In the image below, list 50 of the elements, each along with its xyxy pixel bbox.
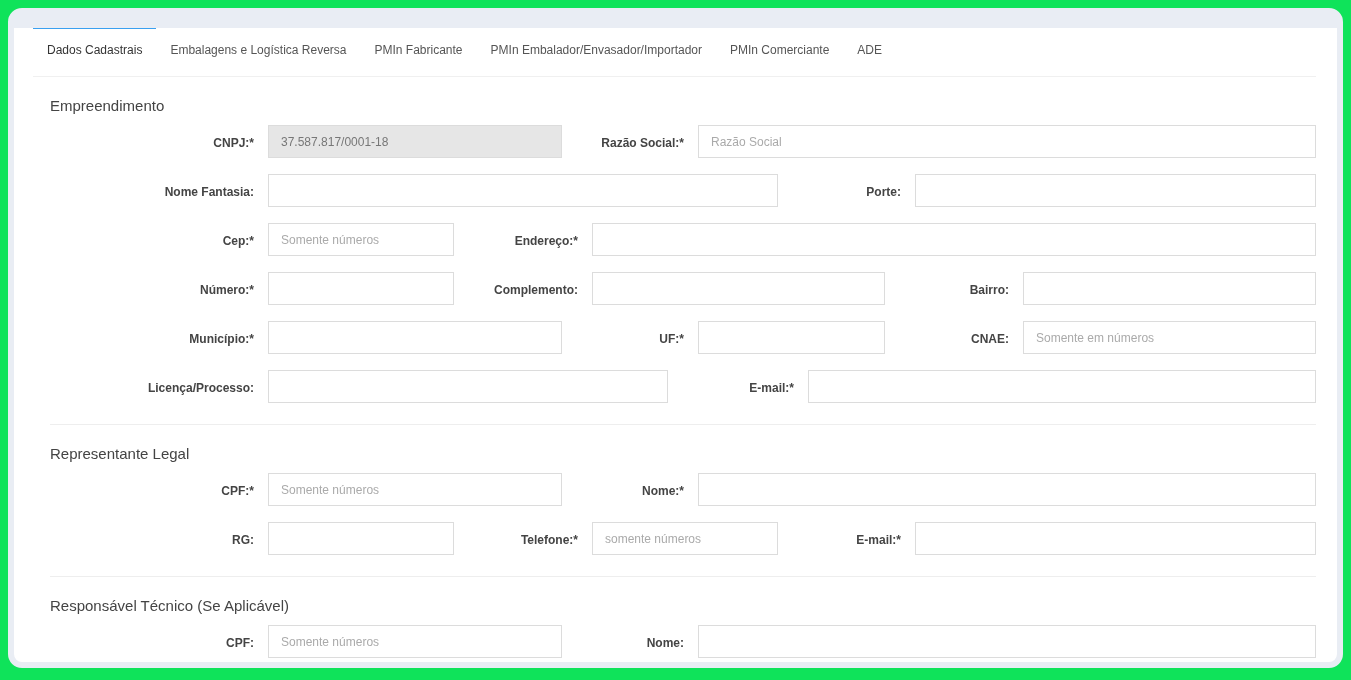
- field-label: Nome:: [646, 635, 684, 650]
- tab[interactable]: Dados Cadastrais: [33, 28, 157, 76]
- field-label: Nome Fantasia:: [164, 184, 254, 199]
- field-label: Nome:*: [642, 483, 684, 498]
- field-label: Complemento:: [494, 282, 578, 297]
- tab[interactable]: ADE: [843, 28, 897, 76]
- input-field[interactable]: [698, 625, 1316, 658]
- input-field[interactable]: [915, 174, 1316, 207]
- input-field[interactable]: somente números: [592, 522, 778, 555]
- input-field[interactable]: [268, 522, 454, 555]
- field-label: CNPJ:*: [213, 135, 254, 150]
- tab[interactable]: PMIn Comerciante: [716, 28, 844, 76]
- field-label: Endereço:*: [514, 233, 578, 248]
- input-field[interactable]: Somente números: [268, 473, 562, 506]
- input-field[interactable]: [698, 321, 885, 354]
- field-label: CPF:: [226, 635, 254, 650]
- field-label: CPF:*: [221, 483, 254, 498]
- tab[interactable]: Embalagens e Logística Reversa: [156, 28, 361, 76]
- input-field[interactable]: [268, 321, 562, 354]
- input-field[interactable]: Somente números: [268, 223, 454, 256]
- input-field[interactable]: [592, 223, 1316, 256]
- input-field[interactable]: [698, 473, 1316, 506]
- field-label: Bairro:: [969, 282, 1009, 297]
- input-field[interactable]: Razão Social: [698, 125, 1316, 158]
- field-label: Porte:: [866, 184, 901, 199]
- tab[interactable]: PMIn Embalador/Envasador/Importador: [476, 28, 716, 76]
- field-label: Cep:*: [222, 233, 254, 248]
- field-label: Telefone:*: [520, 532, 578, 547]
- section-title: Responsável Técnico (Se Aplicável): [50, 597, 290, 614]
- field-label: Número:*: [200, 282, 254, 297]
- field-label: UF:*: [659, 331, 684, 346]
- field-label: Licença/Processo:: [147, 380, 254, 395]
- input-field[interactable]: Somente números: [268, 625, 562, 658]
- input-field[interactable]: Somente em números: [1023, 321, 1316, 354]
- input-field[interactable]: [268, 272, 454, 305]
- field-label: E-mail:*: [856, 532, 901, 547]
- field-label: Município:*: [189, 331, 254, 346]
- field-label: CNAE:: [971, 331, 1009, 346]
- input-field[interactable]: [268, 370, 668, 403]
- input-field[interactable]: [592, 272, 885, 305]
- section-title: Representante Legal: [50, 445, 191, 462]
- input-field[interactable]: [268, 174, 778, 207]
- section-title: Empreendimento: [50, 97, 166, 114]
- input-field[interactable]: [808, 370, 1316, 403]
- field-label: RG:: [232, 532, 254, 547]
- field-label: E-mail:*: [749, 380, 794, 395]
- input-field[interactable]: [915, 522, 1316, 555]
- field-label: Razão Social:*: [601, 135, 684, 150]
- input-field[interactable]: [1023, 272, 1316, 305]
- tab[interactable]: PMIn Fabricante: [360, 28, 477, 76]
